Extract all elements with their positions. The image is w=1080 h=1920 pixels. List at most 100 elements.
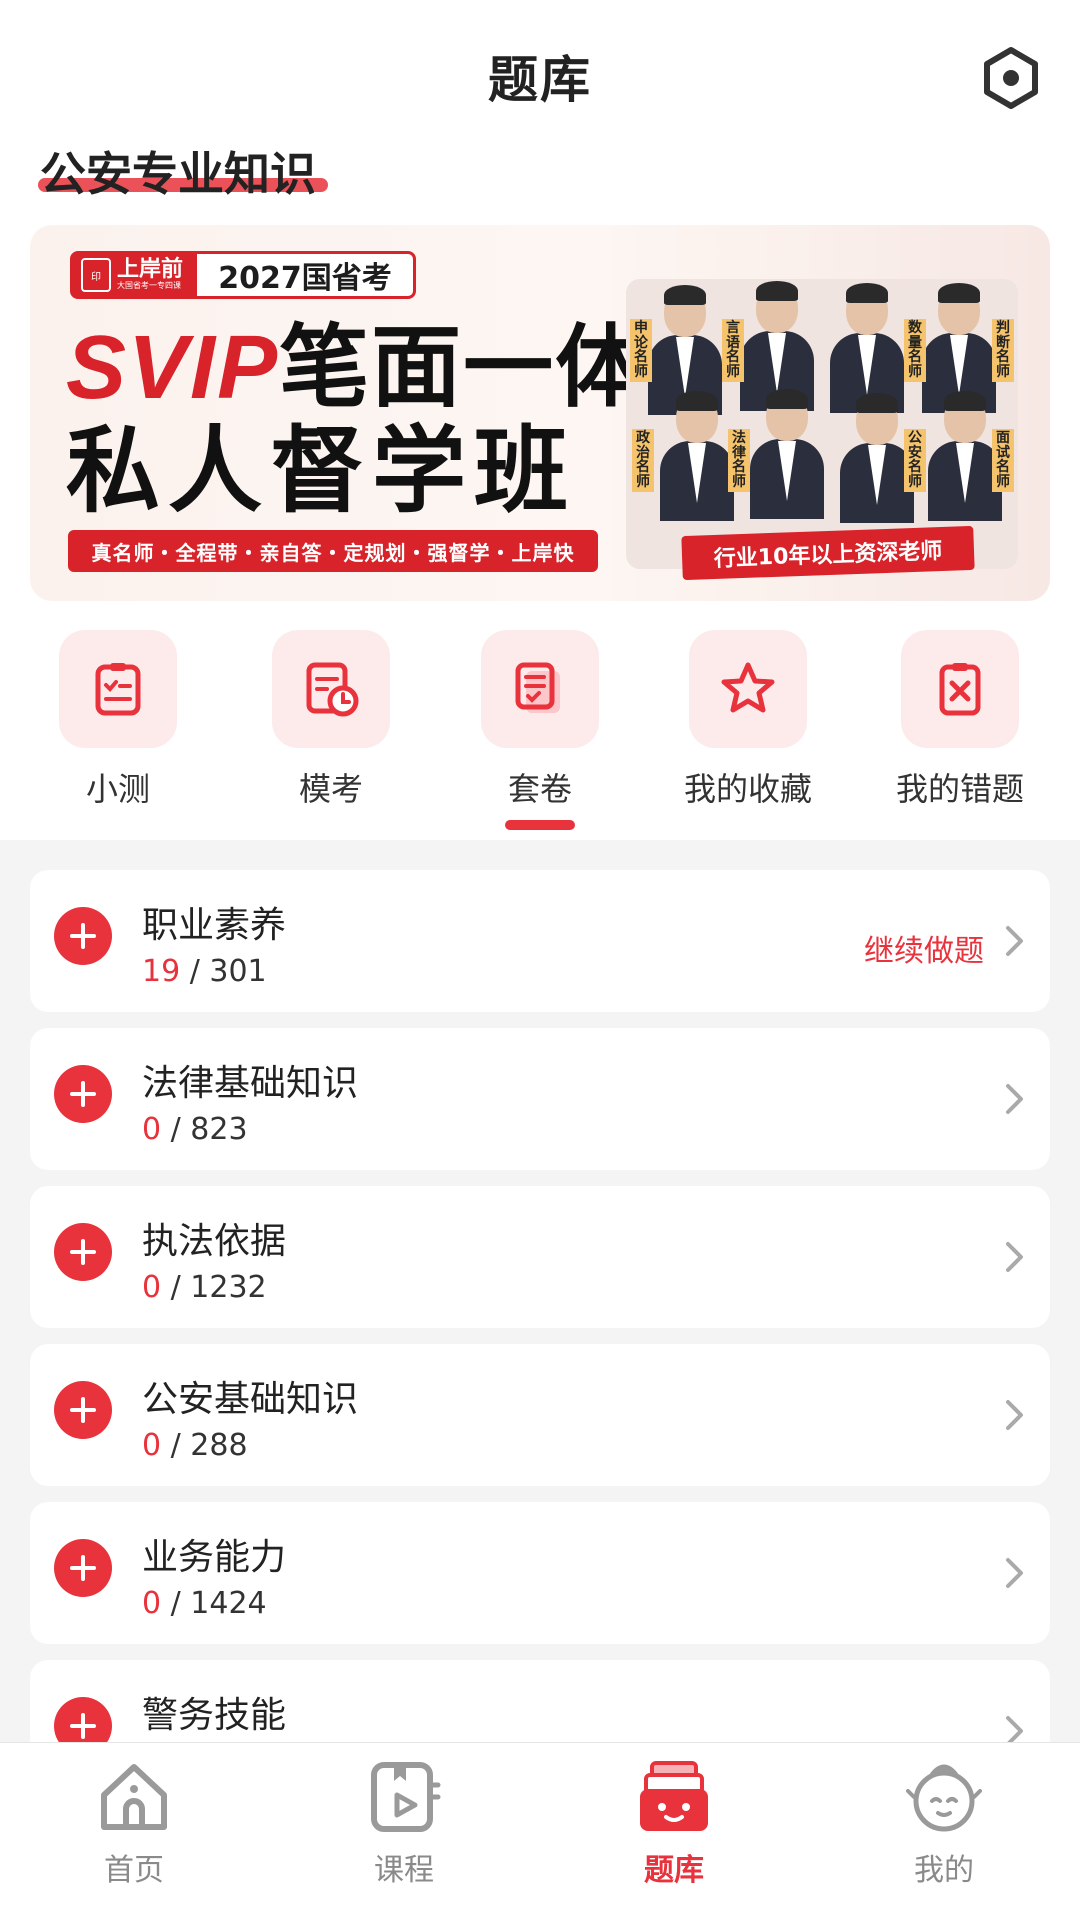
- paper-set-icon: [515, 662, 560, 713]
- quiz-icon: [95, 663, 141, 716]
- tab-question-bank[interactable]: 题库: [574, 1757, 774, 1889]
- category-row: 小测 模考 套卷 我的收藏 我的错题: [0, 630, 1080, 830]
- expand-plus-icon[interactable]: [54, 1381, 112, 1439]
- category-favorites[interactable]: 我的收藏: [668, 630, 828, 810]
- settings-hex-icon: [984, 47, 1038, 109]
- teacher-label: 政治名师: [632, 429, 654, 492]
- chevron-right-icon: [1006, 926, 1023, 956]
- topic-name: 执法依据: [142, 1221, 287, 1262]
- star-icon: [721, 662, 775, 713]
- home-icon: [101, 1764, 167, 1830]
- topic-progress: 19 / 301: [142, 954, 267, 989]
- brand-logo: 印 上岸前 大国省考一专四课: [73, 254, 197, 296]
- teacher-label: 公安名师: [904, 429, 926, 492]
- expand-plus-icon[interactable]: [54, 1539, 112, 1597]
- category-icon-bg: [272, 630, 390, 748]
- category-label: 套卷: [507, 770, 572, 808]
- topic-progress: 0 / 1424: [142, 1586, 267, 1621]
- tab-label: 我的: [914, 1853, 974, 1888]
- chevron-right-icon: [1006, 1558, 1023, 1588]
- topic-total-count: / 301: [189, 954, 267, 989]
- teacher-label: 数量名师: [904, 319, 926, 382]
- continue-button[interactable]: 继续做题: [864, 926, 984, 970]
- banner-headline: SVIP笔面一体: [66, 323, 647, 414]
- teacher-figure: [746, 389, 828, 519]
- expand-plus-icon[interactable]: [54, 907, 112, 965]
- chevron-right-icon: [1006, 1242, 1023, 1272]
- teacher-label: 面试名师: [992, 429, 1014, 492]
- topic-name: 职业素养: [142, 905, 287, 946]
- teacher-label: 判断名师: [992, 319, 1014, 382]
- topic-name: 法律基础知识: [142, 1063, 359, 1104]
- promo-banner[interactable]: 印 上岸前 大国省考一专四课 2027国省考 SVIP笔面一体 私人督学班 真名…: [30, 225, 1050, 601]
- chevron-right-icon: [1006, 1084, 1023, 1114]
- brand-seal-icon: 印: [81, 258, 111, 292]
- banner-headline-2: 私人督学班: [66, 417, 577, 526]
- expand-plus-icon[interactable]: [54, 1223, 112, 1281]
- topic-row[interactable]: 职业素养 19 / 301 继续做题: [30, 870, 1050, 1012]
- teacher-label: 申论名师: [630, 319, 652, 382]
- topic-total-count: / 823: [170, 1112, 248, 1147]
- banner-tags: 真名师・全程带・亲自答・定规划・强督学・上岸快: [68, 530, 598, 572]
- tab-profile[interactable]: 我的: [844, 1757, 1044, 1889]
- banner-headline-svip: SVIP: [66, 318, 280, 418]
- chevron-right-icon: [1006, 1400, 1023, 1430]
- topic-done-count: 0: [142, 1428, 162, 1463]
- profile-mascot-icon: [906, 1764, 982, 1832]
- tab-label: 首页: [104, 1853, 164, 1888]
- tab-course[interactable]: 课程: [304, 1757, 504, 1889]
- topic-name: 业务能力: [142, 1537, 287, 1578]
- bottom-tab-bar: 首页 课程 题库 我的: [0, 1742, 1080, 1920]
- category-icon-bg: [481, 630, 599, 748]
- topic-total-count: / 288: [170, 1428, 248, 1463]
- topic-done-count: 0: [142, 1270, 162, 1305]
- mock-exam-icon: [306, 662, 359, 717]
- category-active-indicator: [505, 820, 575, 830]
- topic-progress: 0 / 288: [142, 1428, 248, 1463]
- subject-title: 公安专业知识: [40, 147, 316, 201]
- category-label: 我的收藏: [683, 770, 812, 808]
- tab-home[interactable]: 首页: [34, 1757, 234, 1889]
- category-label: 我的错题: [895, 770, 1024, 808]
- topic-row[interactable]: 公安基础知识 0 / 288: [30, 1344, 1050, 1486]
- topic-progress: 0 / 823: [142, 1112, 248, 1147]
- topic-progress: 0 / 1232: [142, 1270, 267, 1305]
- category-icon-bg: [901, 630, 1019, 748]
- teacher-label: 言语名师: [722, 319, 744, 382]
- topic-row[interactable]: 法律基础知识 0 / 823: [30, 1028, 1050, 1170]
- topic-total-count: / 1424: [170, 1586, 267, 1621]
- question-bank-icon: [640, 1761, 708, 1831]
- topic-done-count: 0: [142, 1586, 162, 1621]
- banner-headline-rest: 笔面一体: [279, 315, 648, 420]
- brand-badge: 印 上岸前 大国省考一专四课 2027国省考: [70, 251, 416, 299]
- wrong-question-icon: [939, 663, 981, 716]
- category-quiz[interactable]: 小测: [38, 630, 198, 810]
- course-video-icon: [371, 1762, 441, 1832]
- teachers-caption: 行业10年以上资深老师: [681, 525, 975, 581]
- topic-done-count: 0: [142, 1112, 162, 1147]
- teacher-label: 法律名师: [728, 429, 750, 492]
- topic-name: 公安基础知识: [142, 1379, 359, 1420]
- category-label: 小测: [85, 770, 150, 808]
- category-icon-bg: [59, 630, 177, 748]
- teacher-figure: [656, 391, 738, 521]
- category-mock-exam[interactable]: 模考: [251, 630, 411, 810]
- topic-total-count: / 1232: [170, 1270, 267, 1305]
- category-label: 模考: [298, 770, 363, 808]
- banner-exam-label: 2027国省考: [218, 261, 392, 296]
- topic-row[interactable]: 执法依据 0 / 1232: [30, 1186, 1050, 1328]
- topic-name: 警务技能: [142, 1695, 287, 1736]
- category-icon-bg: [689, 630, 807, 748]
- expand-plus-icon[interactable]: [54, 1065, 112, 1123]
- category-paper-set[interactable]: 套卷: [460, 630, 620, 830]
- topic-done-count: 19: [142, 954, 181, 989]
- settings-button[interactable]: [978, 45, 1044, 111]
- topic-row[interactable]: 业务能力 0 / 1424: [30, 1502, 1050, 1644]
- brand-sub: 大国省考一专四课: [117, 281, 181, 291]
- subject-selector[interactable]: 公安专业知识: [40, 138, 316, 204]
- category-wrong-questions[interactable]: 我的错题: [880, 630, 1040, 810]
- topic-list: 职业素养 19 / 301 继续做题 法律基础知识 0 / 823 执法依据 0…: [30, 870, 1050, 1818]
- tab-label: 课程: [374, 1853, 434, 1888]
- tab-label: 题库: [644, 1853, 704, 1888]
- page-title: 题库: [488, 51, 592, 109]
